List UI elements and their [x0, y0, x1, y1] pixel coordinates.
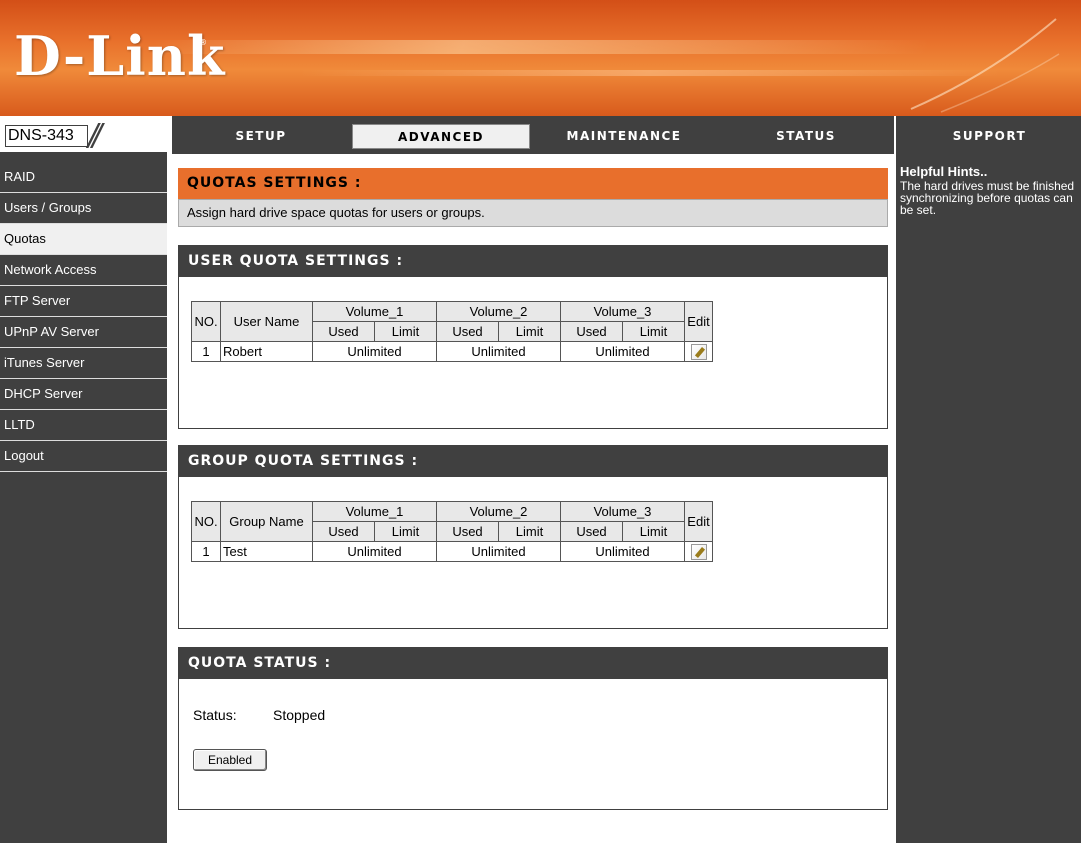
tab-support[interactable]: SUPPORT	[896, 124, 1081, 149]
user-quota-title: USER QUOTA SETTINGS :	[179, 246, 887, 277]
table-row: 1 Robert Unlimited Unlimited Unlimited	[191, 341, 713, 362]
tab-advanced[interactable]: ADVANCED	[352, 124, 530, 149]
model-slash-graphic: //	[88, 118, 102, 153]
table-row: 1 Test Unlimited Unlimited Unlimited	[191, 541, 713, 562]
sidebar-item-logout[interactable]: Logout	[0, 441, 167, 472]
col-header-used: Used	[312, 321, 375, 342]
col-header-group-name: Group Name	[220, 501, 313, 542]
sidebar-item-users-groups[interactable]: Users / Groups	[0, 193, 167, 224]
row-no: 1	[191, 541, 221, 562]
quota-status-panel: QUOTA STATUS : Status: Stopped Enabled	[178, 647, 888, 810]
banner-curve-graphic	[910, 18, 1060, 113]
col-header-used: Used	[436, 521, 499, 542]
row-volume-2: Unlimited	[436, 341, 561, 362]
header-banner: D-Link ®	[0, 0, 1081, 116]
group-quota-table: NO. Group Name Volume_1 Volume_2 Volume_…	[191, 501, 713, 562]
sidebar-item-itunes-server[interactable]: iTunes Server	[0, 348, 167, 379]
sidebar-item-dhcp-server[interactable]: DHCP Server	[0, 379, 167, 410]
sidebar-item-raid[interactable]: RAID	[0, 162, 167, 193]
quotas-description: Assign hard drive space quotas for users…	[178, 199, 888, 227]
row-volume-1: Unlimited	[312, 341, 437, 362]
row-volume-1: Unlimited	[312, 541, 437, 562]
row-edit-cell	[684, 341, 713, 362]
edit-icon[interactable]	[690, 543, 707, 560]
main-content: QUOTAS SETTINGS : Assign hard drive spac…	[172, 154, 894, 843]
col-header-edit: Edit	[684, 301, 713, 342]
col-header-used: Used	[560, 521, 623, 542]
col-header-volume-1: Volume_1	[312, 301, 437, 322]
col-header-volume-2: Volume_2	[436, 301, 561, 322]
col-header-used: Used	[560, 321, 623, 342]
quotas-settings-title: QUOTAS SETTINGS :	[178, 168, 888, 199]
col-header-limit: Limit	[622, 321, 685, 342]
col-header-limit: Limit	[374, 521, 437, 542]
tab-setup[interactable]: SETUP	[172, 124, 350, 149]
group-quota-panel: GROUP QUOTA SETTINGS : NO. Group Name Vo…	[178, 445, 888, 629]
col-header-used: Used	[436, 321, 499, 342]
hints-text: The hard drives must be finished synchro…	[900, 179, 1075, 217]
sidebar-item-network-access[interactable]: Network Access	[0, 255, 167, 286]
tab-maintenance[interactable]: MAINTENANCE	[534, 124, 714, 149]
sidebar-item-ftp-server[interactable]: FTP Server	[0, 286, 167, 317]
col-header-edit: Edit	[684, 501, 713, 542]
col-header-volume-2: Volume_2	[436, 501, 561, 522]
dlink-logo: D-Link	[14, 24, 226, 88]
status-value: Stopped	[273, 707, 326, 723]
status-label: Status:	[193, 707, 237, 723]
registered-mark: ®	[199, 38, 207, 47]
banner-shine	[147, 40, 933, 54]
row-no: 1	[191, 341, 221, 362]
row-user-name: Robert	[220, 341, 313, 362]
quota-status-title: QUOTA STATUS :	[179, 648, 887, 679]
user-quota-panel: USER QUOTA SETTINGS : NO. User Name Volu…	[178, 245, 888, 429]
tab-status[interactable]: STATUS	[718, 124, 894, 149]
row-volume-3: Unlimited	[560, 341, 685, 362]
enabled-button[interactable]: Enabled	[193, 749, 267, 771]
banner-shine	[300, 70, 1000, 76]
col-header-volume-3: Volume_3	[560, 301, 685, 322]
col-header-limit: Limit	[374, 321, 437, 342]
sidebar-item-quotas[interactable]: Quotas	[0, 224, 167, 255]
edit-icon[interactable]	[690, 343, 707, 360]
user-quota-table: NO. User Name Volume_1 Volume_2 Volume_3…	[191, 301, 713, 362]
col-header-no: NO.	[191, 501, 221, 542]
group-quota-title: GROUP QUOTA SETTINGS :	[179, 446, 887, 477]
sidebar-item-upnp-av-server[interactable]: UPnP AV Server	[0, 317, 167, 348]
sidebar-item-lltd[interactable]: LLTD	[0, 410, 167, 441]
hints-title: Helpful Hints..	[900, 164, 988, 179]
row-volume-2: Unlimited	[436, 541, 561, 562]
top-navigation: SETUP ADVANCED MAINTENANCE STATUS	[172, 116, 894, 154]
col-header-limit: Limit	[498, 321, 561, 342]
support-column: SUPPORT Helpful Hints.. The hard drives …	[894, 116, 1081, 843]
model-name: DNS-343	[5, 125, 88, 147]
model-bar: DNS-343 //	[0, 116, 167, 154]
col-header-volume-3: Volume_3	[560, 501, 685, 522]
col-header-user-name: User Name	[220, 301, 313, 342]
col-header-limit: Limit	[622, 521, 685, 542]
row-volume-3: Unlimited	[560, 541, 685, 562]
col-header-no: NO.	[191, 301, 221, 342]
col-header-limit: Limit	[498, 521, 561, 542]
row-edit-cell	[684, 541, 713, 562]
row-group-name: Test	[220, 541, 313, 562]
col-header-used: Used	[312, 521, 375, 542]
sidebar-menu: RAID Users / Groups Quotas Network Acces…	[0, 162, 167, 472]
col-header-volume-1: Volume_1	[312, 501, 437, 522]
helpful-hints: Helpful Hints.. The hard drives must be …	[900, 164, 1080, 217]
